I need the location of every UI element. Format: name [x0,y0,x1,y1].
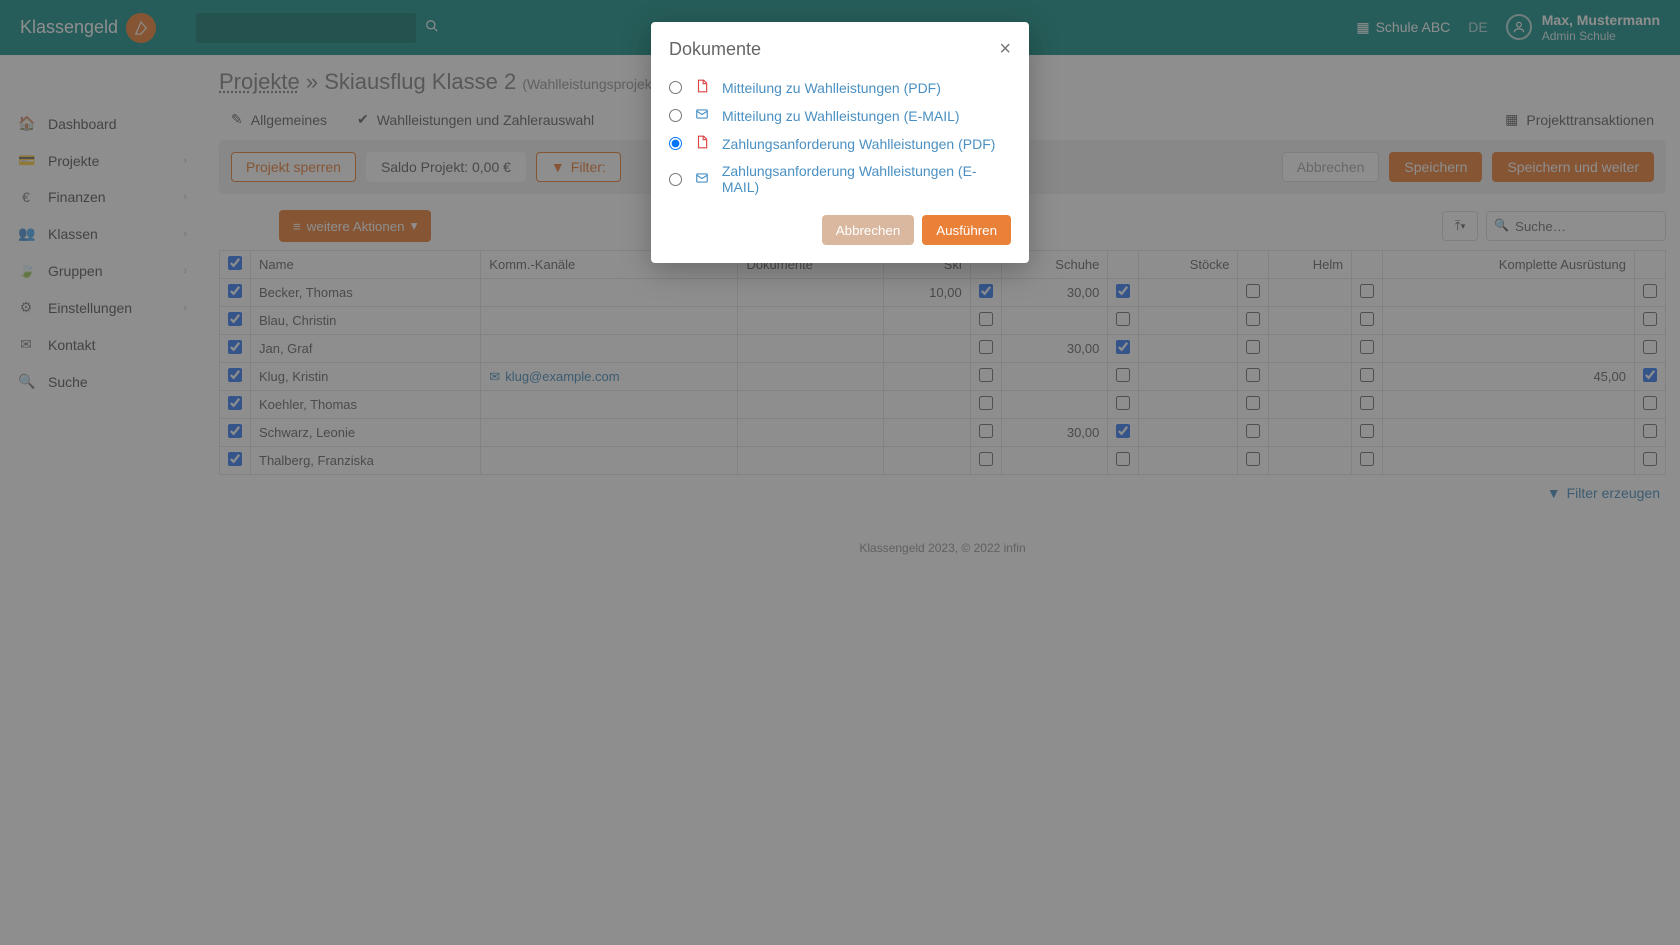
documents-modal: Dokumente × Mitteilung zu Wahlleistungen… [651,22,1029,263]
modal-title: Dokumente [669,39,761,60]
pdf-icon [694,79,710,96]
document-option: Zahlungsanforderung Wahlleistungen (E-MA… [669,159,1011,199]
document-radio[interactable] [669,137,682,150]
pdf-icon [694,135,710,152]
mail-icon [694,107,710,124]
modal-cancel-button[interactable]: Abbrechen [822,215,914,245]
mail-icon [694,171,710,188]
document-label[interactable]: Zahlungsanforderung Wahlleistungen (PDF) [722,136,995,152]
document-option: Zahlungsanforderung Wahlleistungen (PDF) [669,131,1011,156]
document-label[interactable]: Mitteilung zu Wahlleistungen (PDF) [722,80,941,96]
document-option: Mitteilung zu Wahlleistungen (PDF) [669,75,1011,100]
document-radio[interactable] [669,81,682,94]
document-radio[interactable] [669,173,682,186]
document-option: Mitteilung zu Wahlleistungen (E-MAIL) [669,103,1011,128]
modal-close-button[interactable]: × [999,38,1011,61]
document-label[interactable]: Zahlungsanforderung Wahlleistungen (E-MA… [722,163,1011,195]
modal-overlay[interactable]: Dokumente × Mitteilung zu Wahlleistungen… [0,0,1680,945]
document-radio[interactable] [669,109,682,122]
document-label[interactable]: Mitteilung zu Wahlleistungen (E-MAIL) [722,108,960,124]
modal-execute-button[interactable]: Ausführen [922,215,1011,245]
